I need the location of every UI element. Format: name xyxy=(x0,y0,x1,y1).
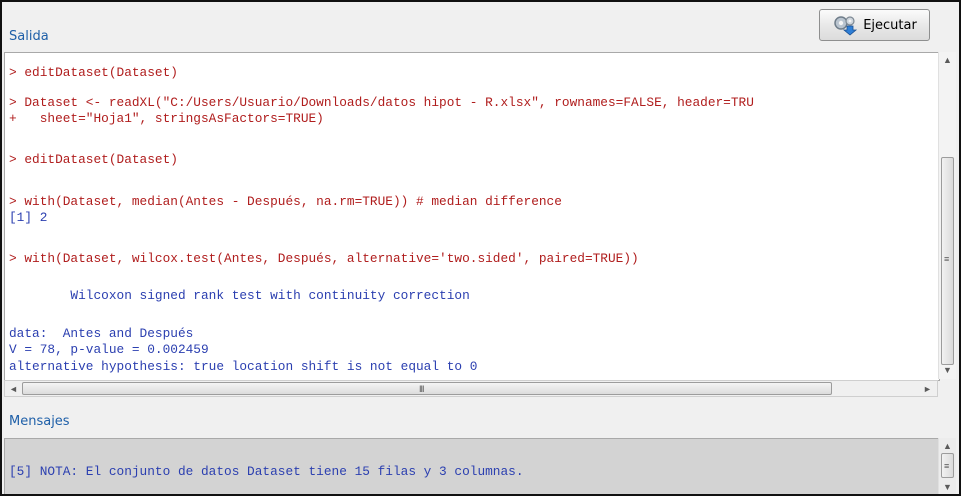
output-line: data: Antes and Después xyxy=(9,326,194,341)
output-vertical-scrollbar[interactable]: ▲ ≡ ▼ xyxy=(938,52,956,379)
output-text-area[interactable]: > editDataset(Dataset) > Dataset <- read… xyxy=(4,52,940,381)
message-line: [5] NOTA: El conjunto de datos Dataset t… xyxy=(9,464,524,479)
output-line: > editDataset(Dataset) xyxy=(9,65,178,80)
output-line: > Dataset <- readXL("C:/Users/Usuario/Do… xyxy=(9,95,754,110)
output-line: [1] 2 xyxy=(9,210,48,225)
output-line: > with(Dataset, wilcox.test(Antes, Despu… xyxy=(9,251,639,266)
messages-text-area[interactable]: [5] NOTA: El conjunto de datos Dataset t… xyxy=(4,438,940,494)
messages-vertical-scrollbar[interactable]: ▲ ≡ ▼ xyxy=(938,438,956,494)
scroll-grip-icon: ≡ xyxy=(944,461,950,471)
rcommander-window: Salida Ejecutar > editDataset(Dataset) >… xyxy=(0,0,961,496)
output-vertical-scroll-thumb[interactable]: ≡ xyxy=(941,157,954,365)
output-section-label: Salida xyxy=(9,29,49,44)
scroll-up-arrow-icon[interactable]: ▲ xyxy=(943,441,952,451)
output-line: > editDataset(Dataset) xyxy=(9,152,178,167)
messages-section-label: Mensajes xyxy=(9,414,70,429)
gears-run-icon xyxy=(834,16,858,36)
scroll-up-arrow-icon[interactable]: ▲ xyxy=(943,55,952,65)
output-line: > with(Dataset, median(Antes - Después, … xyxy=(9,194,562,209)
output-line: + sheet="Hoja1", stringsAsFactors=TRUE) xyxy=(9,111,324,126)
output-horizontal-scroll-thumb[interactable]: III xyxy=(22,382,832,395)
run-button[interactable]: Ejecutar xyxy=(819,9,930,41)
scroll-grip-icon: ≡ xyxy=(944,254,950,264)
scroll-grip-icon: III xyxy=(419,384,424,394)
run-button-label: Ejecutar xyxy=(863,17,917,33)
output-line: alternative hypothesis: true location sh… xyxy=(9,359,478,374)
rcommander-output-panel: Salida Ejecutar > editDataset(Dataset) >… xyxy=(2,2,959,494)
output-line: V = 78, p-value = 0.002459 xyxy=(9,342,209,357)
scroll-down-arrow-icon[interactable]: ▼ xyxy=(943,365,952,375)
output-line: Wilcoxon signed rank test with continuit… xyxy=(9,288,470,303)
scroll-left-arrow-icon[interactable]: ◄ xyxy=(9,384,18,394)
scroll-right-arrow-icon[interactable]: ► xyxy=(923,384,932,394)
output-horizontal-scrollbar[interactable]: ◄ III ► xyxy=(4,380,938,397)
scroll-down-arrow-icon[interactable]: ▼ xyxy=(943,482,952,492)
messages-vertical-scroll-thumb[interactable]: ≡ xyxy=(941,453,954,478)
